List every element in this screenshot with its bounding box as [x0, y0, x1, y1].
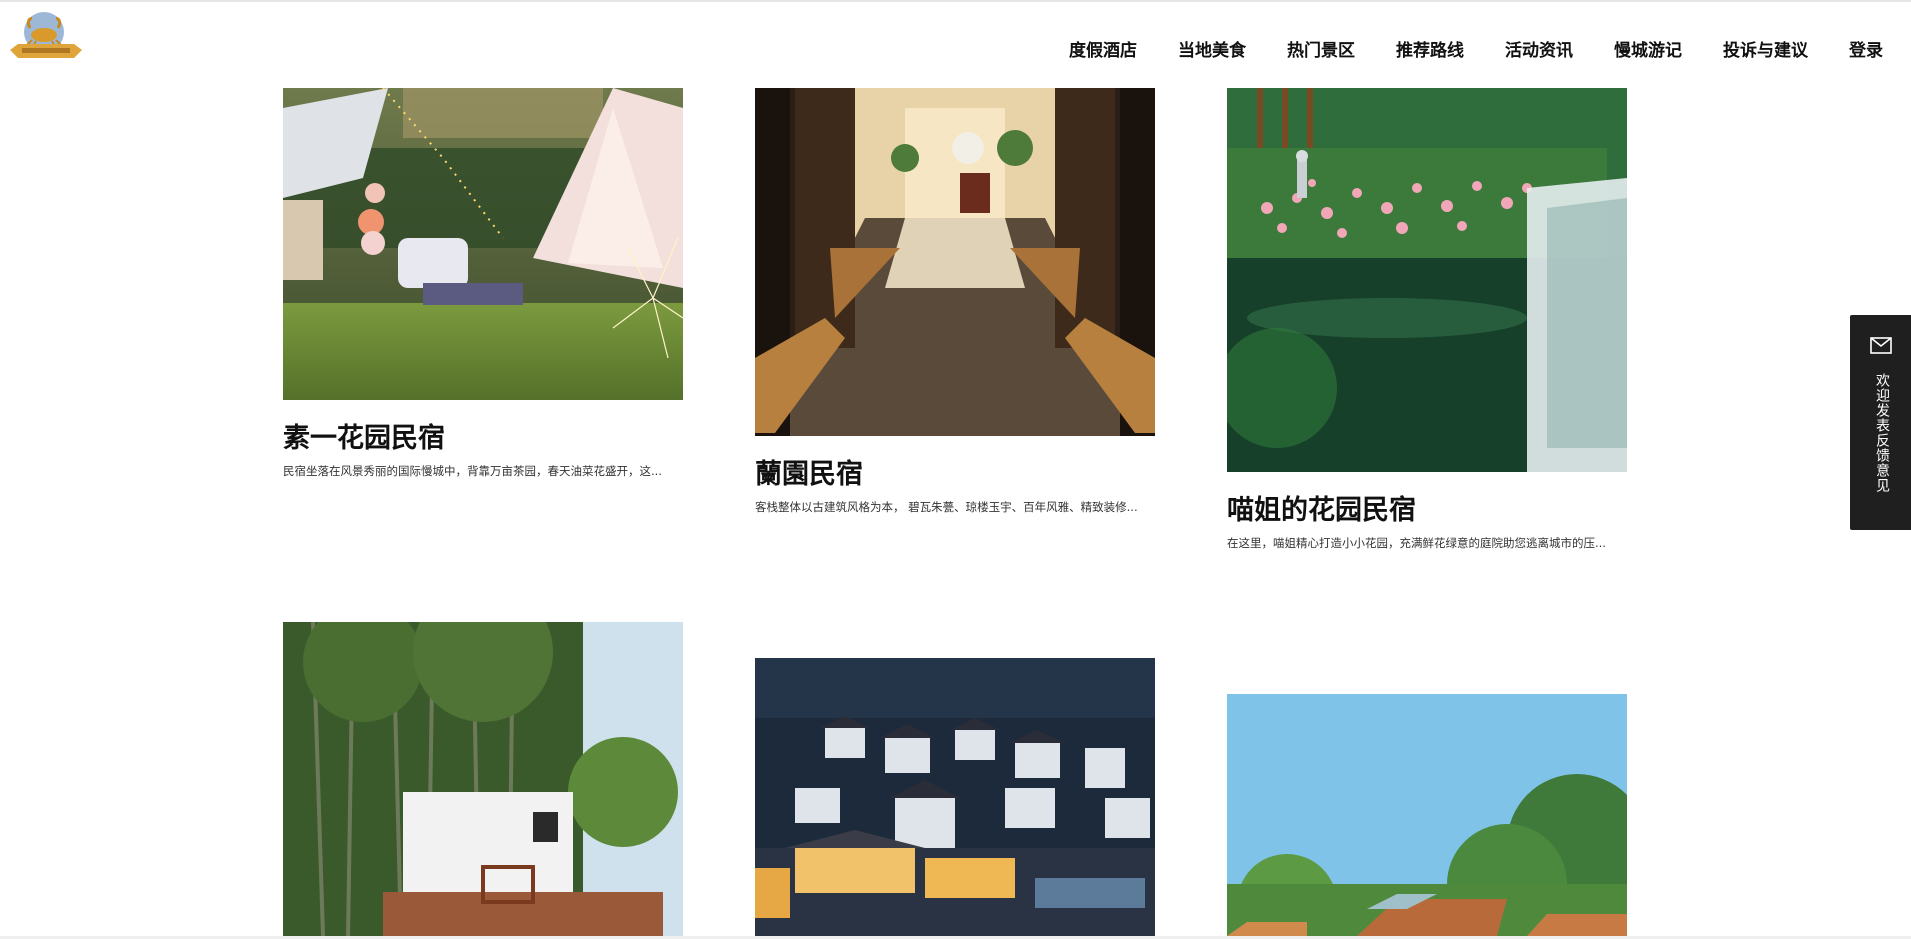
homestay-photo[interactable]	[283, 622, 683, 936]
nav-item-scenic-spots[interactable]: 热门景区	[1287, 38, 1355, 64]
homestay-description: 在这里，喵姐精心打造小小花园，充满鲜花绿意的庭院助您逃离城市的压...	[1227, 536, 1606, 550]
nav-item-events[interactable]: 活动资讯	[1505, 38, 1573, 64]
nav-item-login[interactable]: 登录	[1849, 38, 1883, 64]
feedback-label: 欢迎发表反馈意见	[1874, 373, 1890, 493]
mail-icon	[1870, 337, 1892, 354]
feedback-tab[interactable]: 欢迎发表反馈意见	[1850, 315, 1911, 530]
nav-item-travel-notes[interactable]: 慢城游记	[1614, 38, 1682, 64]
nav-item-complaints[interactable]: 投诉与建议	[1723, 38, 1808, 64]
homestay-card[interactable]: 素一花园民宿 民宿坐落在风景秀丽的国际慢城中，背靠万亩茶园，春天油菜花盛开，这.…	[283, 88, 683, 480]
homestay-photo[interactable]	[1227, 694, 1627, 936]
homestay-card[interactable]: 喵姐的花园民宿 在这里，喵姐精心打造小小花园，充满鲜花绿意的庭院助您逃离城市的压…	[1227, 88, 1627, 552]
homestay-description: 客栈整体以古建筑风格为本， 碧瓦朱甍、琼楼玉宇、百年风雅、精致装修...	[755, 500, 1138, 514]
nav-item-local-food[interactable]: 当地美食	[1178, 38, 1246, 64]
homestay-description: 民宿坐落在风景秀丽的国际慢城中，背靠万亩茶园，春天油菜花盛开，这...	[283, 464, 662, 478]
homestay-photo[interactable]	[755, 658, 1155, 936]
homestay-title[interactable]: 素一花园民宿	[283, 422, 683, 456]
page: 度假酒店 当地美食 热门景区 推荐路线 活动资讯 慢城游记 投诉与建议 登录 素…	[0, 0, 1911, 939]
main-nav: 度假酒店 当地美食 热门景区 推荐路线 活动资讯 慢城游记 投诉与建议 登录	[1069, 38, 1883, 64]
nav-item-recommended-routes[interactable]: 推荐路线	[1396, 38, 1464, 64]
homestay-card[interactable]	[283, 622, 683, 939]
homestay-card[interactable]	[1227, 694, 1627, 939]
header: 度假酒店 当地美食 热门景区 推荐路线 活动资讯 慢城游记 投诉与建议 登录	[0, 2, 1911, 88]
nav-item-resort-hotel[interactable]: 度假酒店	[1069, 38, 1137, 64]
homestay-photo[interactable]	[1227, 88, 1627, 472]
homestay-card[interactable]: 蘭園民宿 客栈整体以古建筑风格为本， 碧瓦朱甍、琼楼玉宇、百年风雅、精致装修..…	[755, 88, 1155, 516]
crab-logo[interactable]	[8, 8, 84, 64]
homestay-card[interactable]	[755, 658, 1155, 939]
homestay-title[interactable]: 蘭園民宿	[755, 458, 1155, 492]
homestay-photo[interactable]	[755, 88, 1155, 436]
homestay-photo[interactable]	[283, 88, 683, 400]
homestay-title[interactable]: 喵姐的花园民宿	[1227, 494, 1627, 528]
